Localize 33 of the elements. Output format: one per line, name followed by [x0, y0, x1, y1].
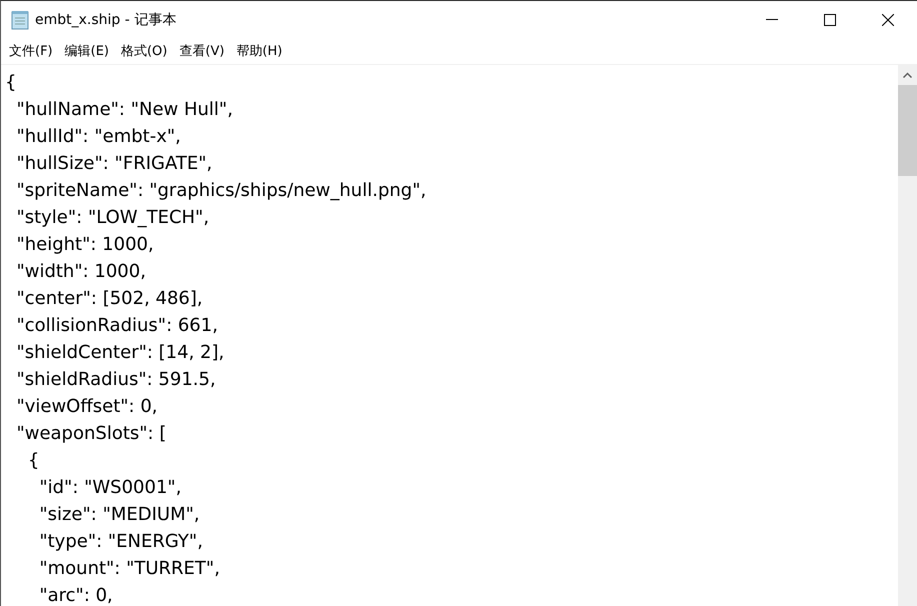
scrollbar[interactable] — [898, 65, 917, 606]
scroll-up-icon[interactable] — [903, 72, 912, 78]
text-line: "weaponSlots": [ — [15, 422, 168, 446]
maximize-icon — [824, 14, 836, 26]
text-line: "width": 1000, — [15, 260, 147, 284]
text-line: "arc": 0, — [38, 584, 114, 606]
text-line: "hullName": "New Hull", — [15, 98, 234, 122]
window-title: embt_x.ship - 记事本 — [35, 10, 178, 28]
text-line: "type": "ENERGY", — [38, 530, 204, 554]
text-line: "collisionRadius": 661, — [15, 314, 219, 338]
menu-item[interactable]: 格式(O) — [114, 39, 174, 63]
menu-item[interactable]: 查看(V) — [173, 39, 230, 63]
text-line: { — [5, 71, 18, 95]
notepad-icon — [11, 10, 29, 30]
text-line: "size": "MEDIUM", — [38, 503, 201, 527]
menu-item[interactable]: 文件(F) — [3, 39, 59, 63]
text-line: "shieldRadius": 591.5, — [15, 368, 217, 392]
text-line: "center": [502, 486], — [15, 287, 204, 311]
text-line: "shieldCenter": [14, 2], — [15, 341, 226, 365]
text-line: { — [26, 449, 40, 473]
menu-item[interactable]: 编辑(E) — [58, 39, 115, 63]
text-line: "style": "LOW_TECH", — [15, 206, 210, 230]
text-line: "viewOffset": 0, — [15, 395, 158, 419]
text-line: "hullSize": "FRIGATE", — [15, 152, 214, 176]
text-line: "hullId": "embt-x", — [15, 125, 182, 149]
close-icon — [882, 14, 894, 26]
text-line: "mount": "TURRET", — [38, 557, 221, 581]
text-line: "height": 1000, — [15, 233, 155, 257]
text-line: "spriteName": "graphics/ships/new_hull.png", — [15, 179, 428, 203]
menu-item[interactable]: 帮助(H) — [230, 39, 288, 63]
minimize-icon — [766, 18, 778, 20]
text-line: "id": "WS0001", — [38, 476, 182, 500]
scroll-thumb[interactable] — [898, 85, 917, 176]
